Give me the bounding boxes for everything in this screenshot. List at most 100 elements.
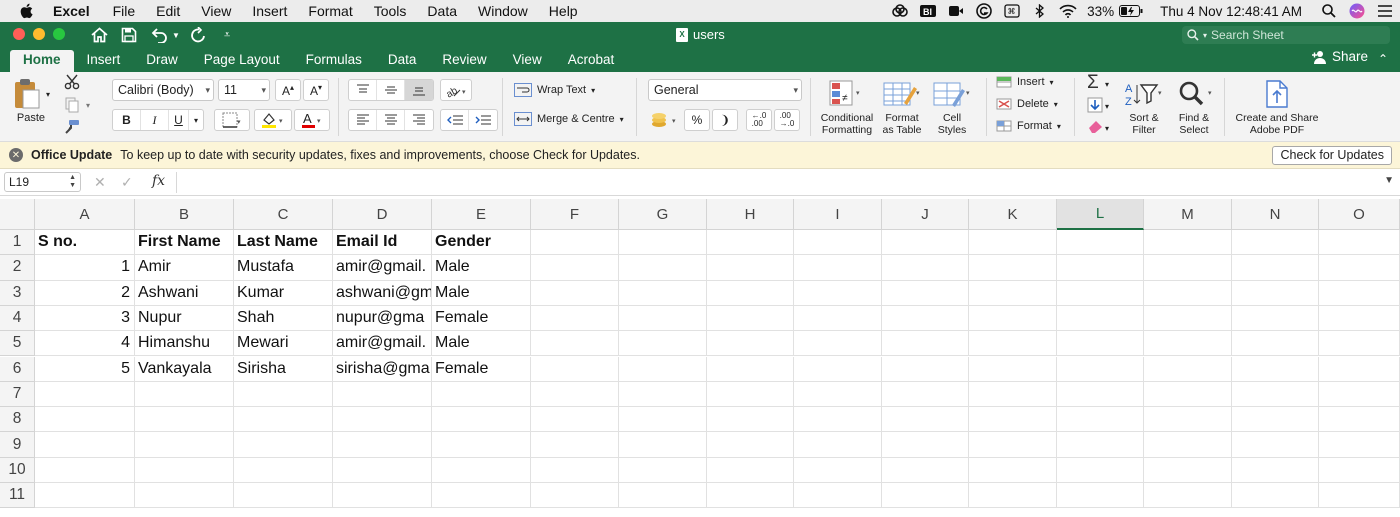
cell-o2[interactable] — [1319, 255, 1400, 281]
cell-b7[interactable] — [135, 381, 234, 408]
tab-view[interactable]: View — [500, 50, 555, 72]
cell-e7[interactable] — [432, 381, 531, 408]
cell-g6[interactable] — [619, 356, 707, 382]
cell-n8[interactable] — [1232, 407, 1319, 433]
column-header-b[interactable]: B — [135, 199, 234, 230]
cell-o5[interactable] — [1319, 331, 1400, 357]
increase-indent-button[interactable] — [469, 110, 497, 130]
cell-b5[interactable]: Himanshu — [135, 331, 234, 357]
cell-a7[interactable] — [35, 381, 135, 408]
cell-k4[interactable] — [969, 305, 1057, 332]
siri-icon[interactable] — [1348, 3, 1366, 19]
cell-e4[interactable]: Female — [432, 305, 531, 332]
column-header-j[interactable]: J — [882, 199, 969, 230]
tab-formulas[interactable]: Formulas — [293, 50, 375, 72]
menu-file[interactable]: File — [113, 3, 136, 19]
cell-m2[interactable] — [1144, 255, 1232, 281]
column-header-m[interactable]: M — [1144, 199, 1232, 230]
cell-h4[interactable] — [707, 305, 794, 332]
cell-d7[interactable] — [333, 381, 432, 408]
confirm-entry-icon[interactable]: ✓ — [121, 174, 133, 191]
decrease-indent-button[interactable] — [441, 110, 469, 130]
autosum-dropdown-icon[interactable]: ▾ — [1105, 80, 1109, 89]
paste-button[interactable] — [12, 77, 42, 111]
cell-f9[interactable] — [531, 432, 619, 458]
cell-o8[interactable] — [1319, 407, 1400, 433]
underline-dropdown-icon[interactable]: ▾ — [189, 110, 203, 130]
cell-i5[interactable] — [794, 331, 882, 357]
cell-b8[interactable] — [135, 407, 234, 433]
cell-g1[interactable] — [619, 230, 707, 256]
cell-a6[interactable]: 5 — [35, 356, 135, 382]
autosum-icon[interactable]: Σ — [1087, 72, 1099, 94]
cell-h6[interactable] — [707, 356, 794, 382]
cell-l11[interactable] — [1057, 483, 1144, 509]
column-header-a[interactable]: A — [35, 199, 135, 230]
cell-h3[interactable] — [707, 280, 794, 306]
bold-button[interactable]: B — [113, 110, 141, 130]
menu-format[interactable]: Format — [308, 3, 352, 19]
cell-e3[interactable]: Male — [432, 280, 531, 306]
cell-c7[interactable] — [234, 381, 333, 408]
customize-toolbar-icon[interactable]: ⩡ — [224, 25, 230, 45]
cell-g2[interactable] — [619, 255, 707, 281]
fill-dropdown-icon[interactable]: ▾ — [1105, 102, 1109, 111]
clear-eraser-icon[interactable] — [1087, 119, 1105, 136]
menu-view[interactable]: View — [201, 3, 231, 19]
battery-charging-icon[interactable] — [1118, 3, 1144, 19]
cell-k9[interactable] — [969, 432, 1057, 458]
cell-j4[interactable] — [882, 305, 969, 332]
cell-g10[interactable] — [619, 457, 707, 483]
cell-i10[interactable] — [794, 457, 882, 483]
menu-help[interactable]: Help — [549, 3, 578, 19]
row-header-9[interactable]: 9 — [0, 432, 35, 458]
cell-n5[interactable] — [1232, 331, 1319, 357]
wrap-text-button[interactable]: Wrap Text ▾ — [514, 83, 595, 97]
cell-l8[interactable] — [1057, 407, 1144, 433]
decrease-decimal-button[interactable]: .00 →.0 — [774, 109, 800, 131]
cell-k3[interactable] — [969, 280, 1057, 306]
cell-j9[interactable] — [882, 432, 969, 458]
cell-a9[interactable] — [35, 432, 135, 458]
cell-a1[interactable]: S no. — [35, 230, 135, 256]
cell-h1[interactable] — [707, 230, 794, 256]
cell-d5[interactable]: amir@gmail. — [333, 331, 432, 357]
align-bottom-button[interactable] — [405, 80, 433, 100]
cell-m1[interactable] — [1144, 230, 1232, 256]
cell-b6[interactable]: Vankayala — [135, 356, 234, 382]
cell-e11[interactable] — [432, 483, 531, 509]
cell-i3[interactable] — [794, 280, 882, 306]
wifi-icon[interactable] — [1059, 3, 1077, 19]
zoom-window-button[interactable] — [53, 28, 65, 40]
name-box[interactable]: L19 ▲ ▼ — [4, 172, 81, 192]
row-header-5[interactable]: 5 — [0, 331, 35, 357]
cell-j11[interactable] — [882, 483, 969, 509]
cell-a10[interactable] — [35, 457, 135, 483]
tab-review[interactable]: Review — [429, 50, 499, 72]
row-header-3[interactable]: 3 — [0, 280, 35, 306]
cell-b2[interactable]: Amir — [135, 255, 234, 281]
format-cells-button[interactable]: Format ▾ — [996, 119, 1061, 133]
cell-i2[interactable] — [794, 255, 882, 281]
cell-j3[interactable] — [882, 280, 969, 306]
cell-c3[interactable]: Kumar — [234, 280, 333, 306]
cell-d8[interactable] — [333, 407, 432, 433]
cell-c1[interactable]: Last Name — [234, 230, 333, 256]
cell-g5[interactable] — [619, 331, 707, 357]
underline-button[interactable]: U — [169, 110, 189, 130]
cell-d6[interactable]: sirisha@gma — [333, 356, 432, 382]
clear-dropdown-icon[interactable]: ▾ — [1105, 124, 1109, 133]
cell-h2[interactable] — [707, 255, 794, 281]
find-select-button[interactable]: ▾ — [1172, 78, 1216, 110]
control-center-icon[interactable] — [1376, 3, 1394, 19]
cell-c10[interactable] — [234, 457, 333, 483]
cell-a8[interactable] — [35, 407, 135, 433]
spotlight-search-icon[interactable] — [1320, 3, 1338, 19]
align-left-button[interactable] — [349, 110, 377, 130]
fill-down-icon[interactable] — [1087, 97, 1103, 116]
cancel-entry-icon[interactable]: ✕ — [94, 174, 106, 191]
cell-a11[interactable] — [35, 483, 135, 509]
cell-c4[interactable]: Shah — [234, 305, 333, 332]
comma-style-button[interactable]: ❩ — [712, 109, 738, 131]
cell-n1[interactable] — [1232, 230, 1319, 256]
